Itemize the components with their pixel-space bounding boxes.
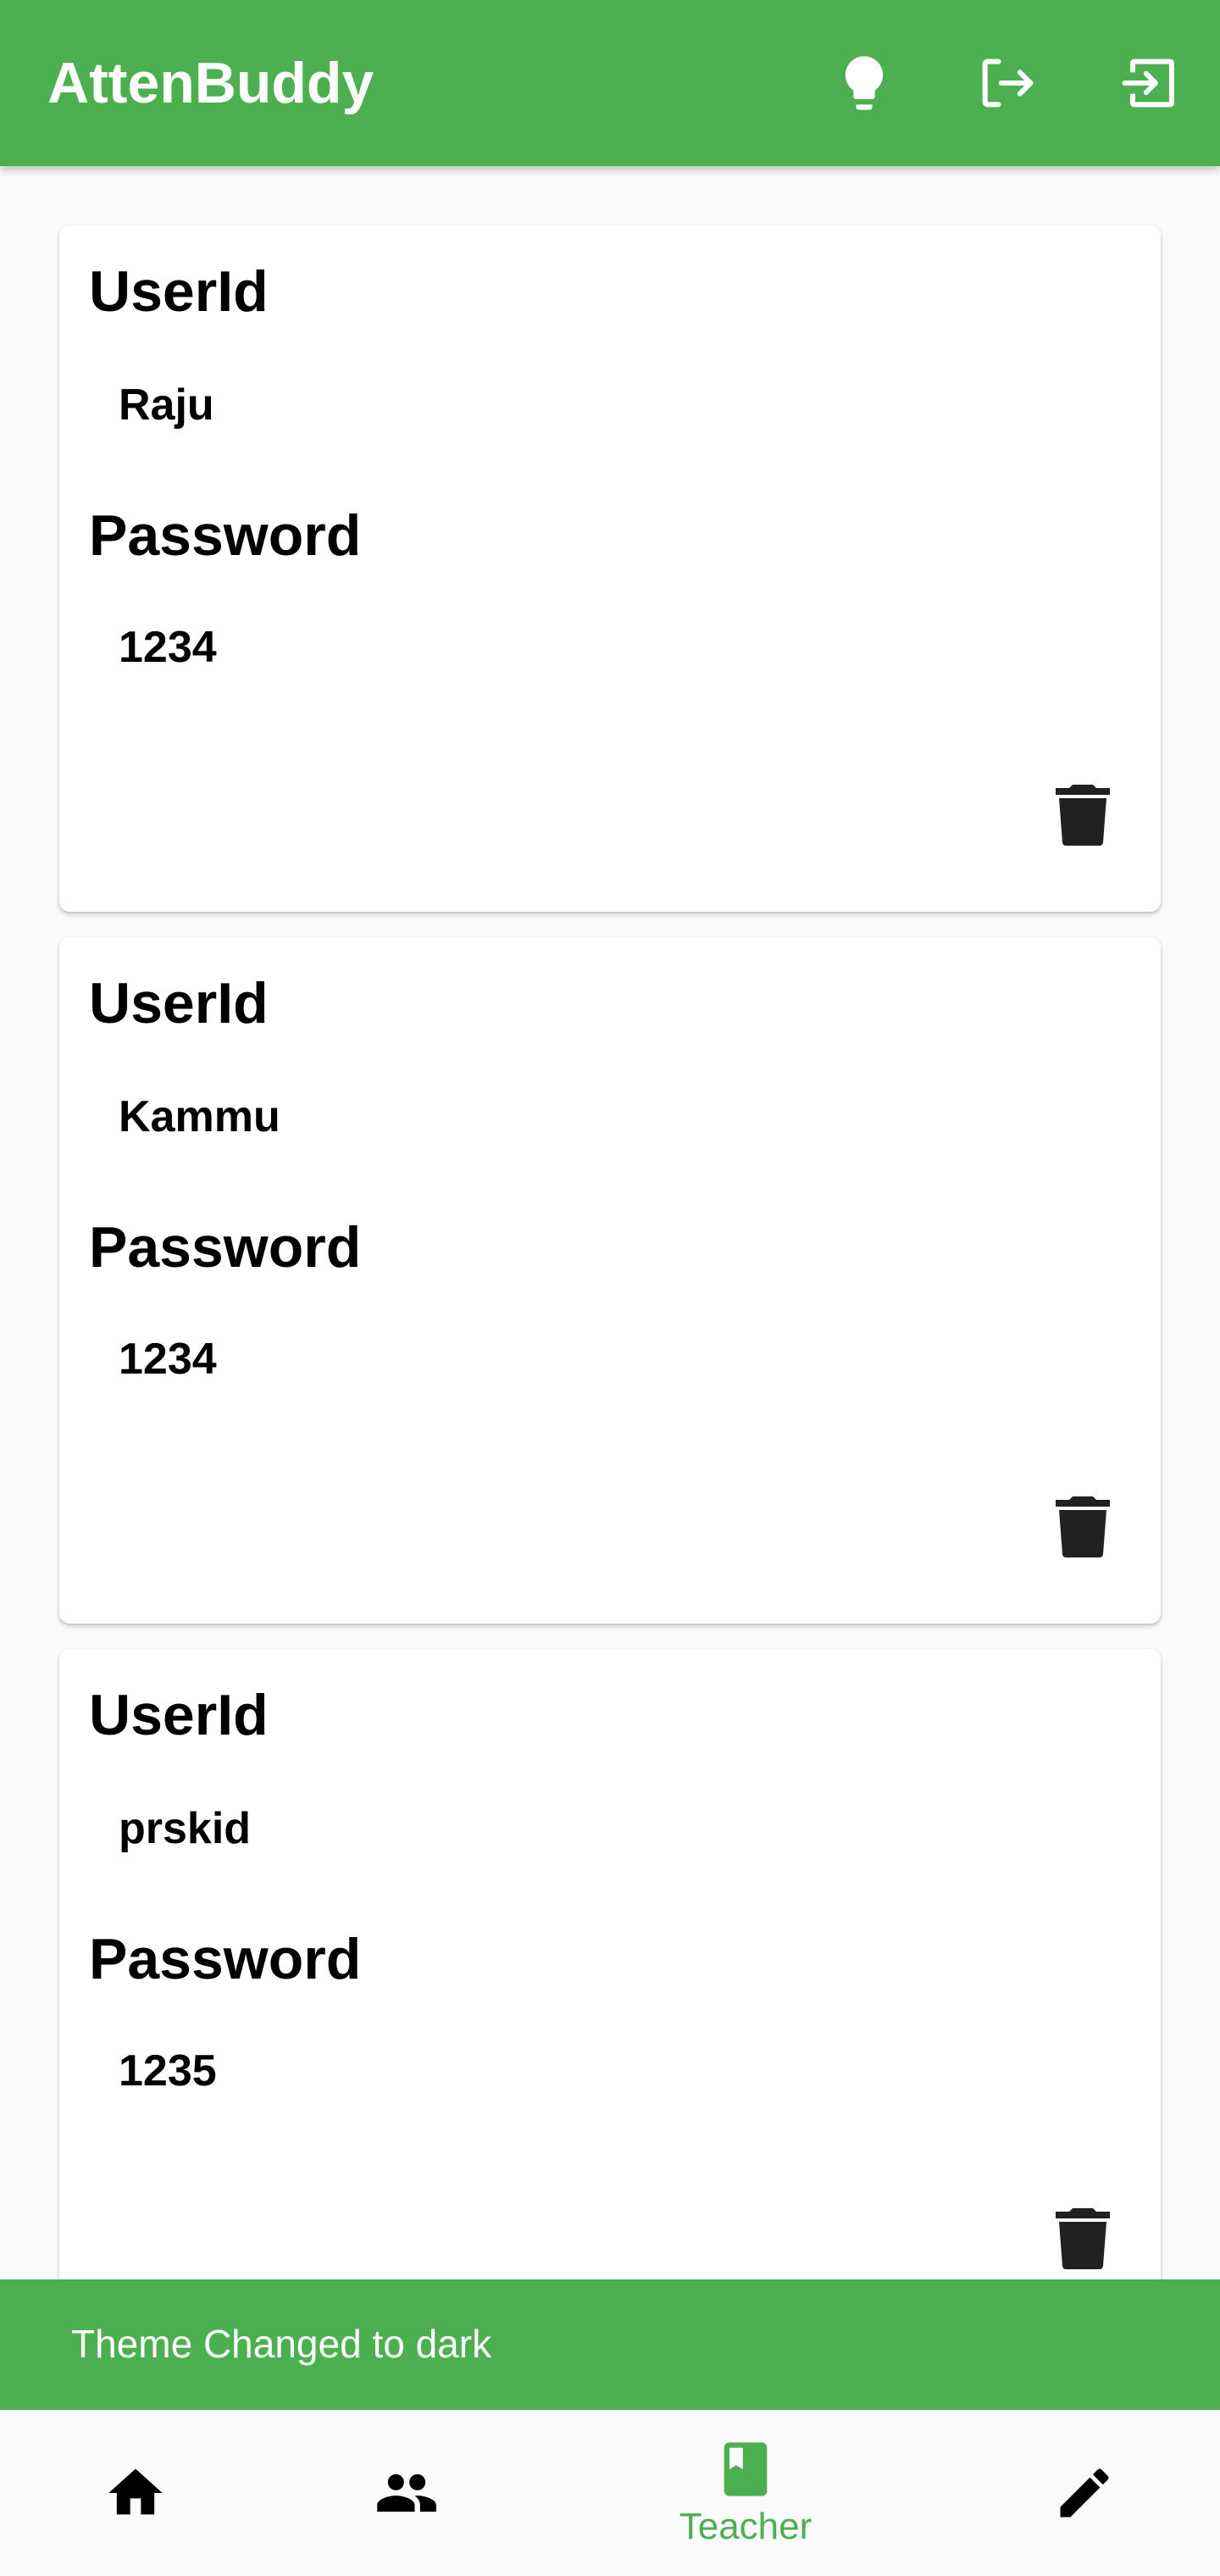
bottom-navigation: Teacher xyxy=(0,2410,1220,2576)
delete-button[interactable] xyxy=(1042,1486,1123,1568)
userid-label: UserId xyxy=(89,259,269,324)
credential-card: UserId prskid Password 1235 xyxy=(59,1649,1161,2279)
nav-item-edit[interactable] xyxy=(1017,2410,1152,2576)
userid-value: prskid xyxy=(119,1804,252,1853)
login-icon xyxy=(1122,58,1174,108)
userid-label: UserId xyxy=(89,1683,269,1747)
app-bar: AttenBuddy xyxy=(0,0,1220,166)
password-label: Password xyxy=(89,503,362,568)
password-value: 1234 xyxy=(119,1335,217,1384)
credential-card: UserId Raju Password 1234 xyxy=(59,225,1161,912)
logout-button[interactable] xyxy=(966,42,1047,124)
theme-toggle-button[interactable] xyxy=(824,42,905,124)
password-label: Password xyxy=(89,1215,362,1280)
credential-card: UserId Kammu Password 1234 xyxy=(59,937,1161,1624)
lightbulb-icon xyxy=(845,56,884,110)
nav-item-teacher[interactable]: Teacher xyxy=(644,2410,847,2576)
nav-item-home[interactable] xyxy=(68,2410,203,2576)
edit-icon xyxy=(1060,2468,1109,2518)
userid-label: UserId xyxy=(89,971,269,1035)
snackbar-message: Theme Changed to dark xyxy=(71,2322,492,2366)
credentials-list[interactable]: UserId Raju Password 1234 UserId Kammu P… xyxy=(0,166,1220,2279)
nav-item-people[interactable] xyxy=(339,2410,474,2576)
book-icon xyxy=(724,2442,768,2496)
app-title: AttenBuddy xyxy=(47,51,374,115)
delete-button[interactable] xyxy=(1042,774,1123,856)
nav-item-teacher-label: Teacher xyxy=(679,2506,812,2547)
people-icon xyxy=(377,2473,436,2512)
password-value: 1235 xyxy=(119,2046,217,2096)
home-icon xyxy=(108,2468,163,2515)
trash-icon xyxy=(1056,785,1110,846)
trash-icon xyxy=(1056,1496,1110,1557)
password-label: Password xyxy=(89,1927,362,1991)
userid-value: Kammu xyxy=(119,1092,280,1141)
logout-icon xyxy=(982,58,1034,108)
password-value: 1234 xyxy=(119,623,217,672)
delete-button[interactable] xyxy=(1042,2198,1123,2279)
snackbar: Theme Changed to dark xyxy=(0,2279,1220,2410)
trash-icon xyxy=(1056,2208,1110,2269)
userid-value: Raju xyxy=(119,380,214,430)
login-button[interactable] xyxy=(1108,42,1190,124)
